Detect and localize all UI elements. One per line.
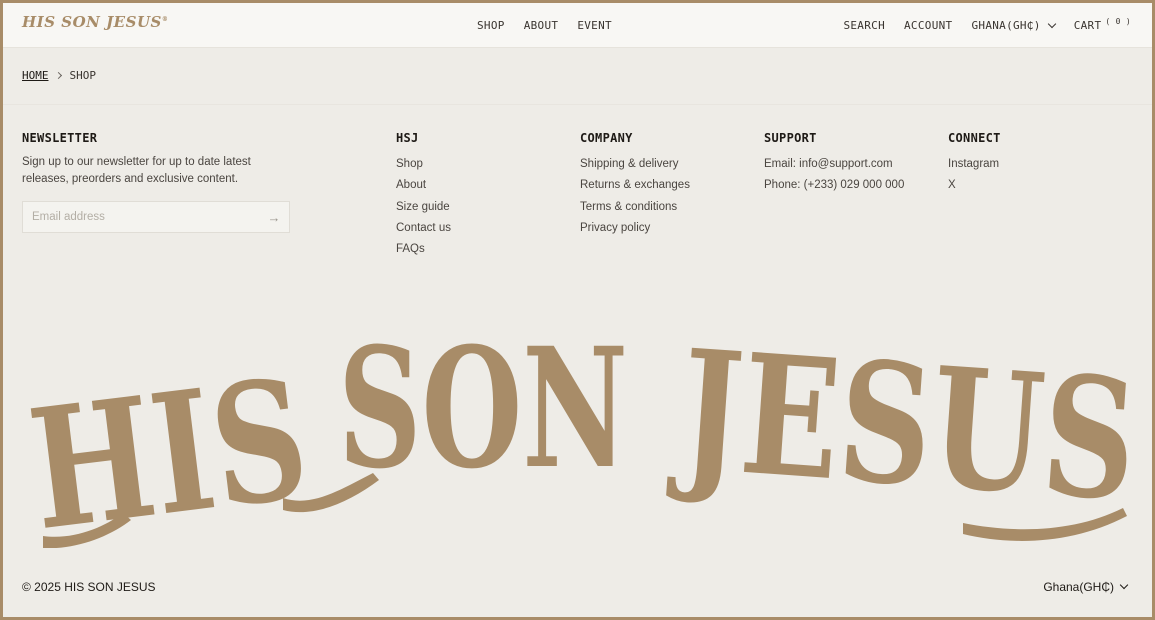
cart-link[interactable]: CART ( 0 ): [1073, 17, 1131, 32]
hsj-title: HSJ: [396, 131, 419, 145]
search-link[interactable]: SEARCH: [843, 19, 885, 32]
nav-event[interactable]: EVENT: [577, 19, 612, 32]
country-selector[interactable]: GHANA(GH₵): [971, 19, 1056, 32]
footer-link-about[interactable]: About: [396, 175, 451, 196]
support-phone[interactable]: Phone: (+233) 029 000 000: [764, 175, 904, 196]
connect-title: CONNECT: [948, 131, 1001, 145]
site-header: HIS SON JESUS® SHOP ABOUT EVENT SEARCH A…: [3, 3, 1152, 48]
footer-link-privacy[interactable]: Privacy policy: [580, 218, 690, 239]
hsj-column: HSJ Shop About Size guide Contact us FAQ…: [396, 131, 451, 260]
main-nav: SHOP ABOUT EVENT: [477, 3, 612, 48]
connect-column: CONNECT Instagram X: [948, 131, 1001, 197]
support-column: SUPPORT Email: info@support.com Phone: (…: [764, 131, 904, 197]
footer-country-label: Ghana(GH₵): [1043, 580, 1114, 594]
email-field[interactable]: [23, 202, 259, 232]
cart-count: ( 0 ): [1105, 17, 1131, 26]
breadcrumb: HOME SHOP: [22, 69, 96, 82]
footer-link-instagram[interactable]: Instagram: [948, 154, 1001, 175]
newsletter-title: NEWSLETTER: [22, 131, 98, 145]
company-title: COMPANY: [580, 131, 633, 145]
submit-arrow-icon[interactable]: →: [259, 202, 289, 232]
footer-country-selector[interactable]: Ghana(GH₵): [1043, 580, 1129, 594]
wordmark-son: SON: [338, 311, 628, 505]
chevron-down-icon: [1047, 19, 1056, 28]
chevron-right-icon: [54, 71, 62, 80]
breadcrumb-current: SHOP: [69, 69, 97, 82]
breadcrumb-home[interactable]: HOME: [22, 69, 49, 82]
brand-wordmark: HIS SON JESUS: [21, 311, 1142, 548]
newsletter-form: →: [22, 201, 290, 233]
company-column: COMPANY Shipping & delivery Returns & ex…: [580, 131, 690, 239]
support-title: SUPPORT: [764, 131, 817, 145]
nav-about[interactable]: ABOUT: [524, 19, 559, 32]
cart-label: CART: [1073, 19, 1102, 32]
footer-link-shipping[interactable]: Shipping & delivery: [580, 154, 690, 175]
utility-nav: SEARCH ACCOUNT GHANA(GH₵) CART ( 0 ): [843, 3, 1131, 48]
wordmark-jesus: JESUS: [665, 312, 1142, 538]
chevron-down-icon: [1119, 580, 1129, 590]
copyright-text: © 2025 HIS SON JESUS: [22, 580, 156, 594]
wordmark-his: HIS: [21, 341, 318, 548]
support-email[interactable]: Email: info@support.com: [764, 154, 904, 175]
newsletter-section: NEWSLETTER Sign up to our newsletter for…: [22, 131, 282, 188]
nav-shop[interactable]: SHOP: [477, 19, 505, 32]
footer-link-x[interactable]: X: [948, 175, 1001, 196]
footer-link-shop[interactable]: Shop: [396, 154, 451, 175]
section-divider: [3, 104, 1152, 105]
account-link[interactable]: ACCOUNT: [904, 19, 952, 32]
footer-link-returns[interactable]: Returns & exchanges: [580, 175, 690, 196]
site-logo[interactable]: HIS SON JESUS®: [22, 13, 168, 31]
footer-link-terms[interactable]: Terms & conditions: [580, 197, 690, 218]
newsletter-description: Sign up to our newsletter for up to date…: [22, 156, 251, 185]
footer-link-size-guide[interactable]: Size guide: [396, 197, 451, 218]
footer-link-contact[interactable]: Contact us: [396, 218, 451, 239]
footer-link-faqs[interactable]: FAQs: [396, 239, 451, 260]
country-label: GHANA(GH₵): [971, 19, 1041, 32]
page-frame: HIS SON JESUS® SHOP ABOUT EVENT SEARCH A…: [3, 3, 1152, 617]
